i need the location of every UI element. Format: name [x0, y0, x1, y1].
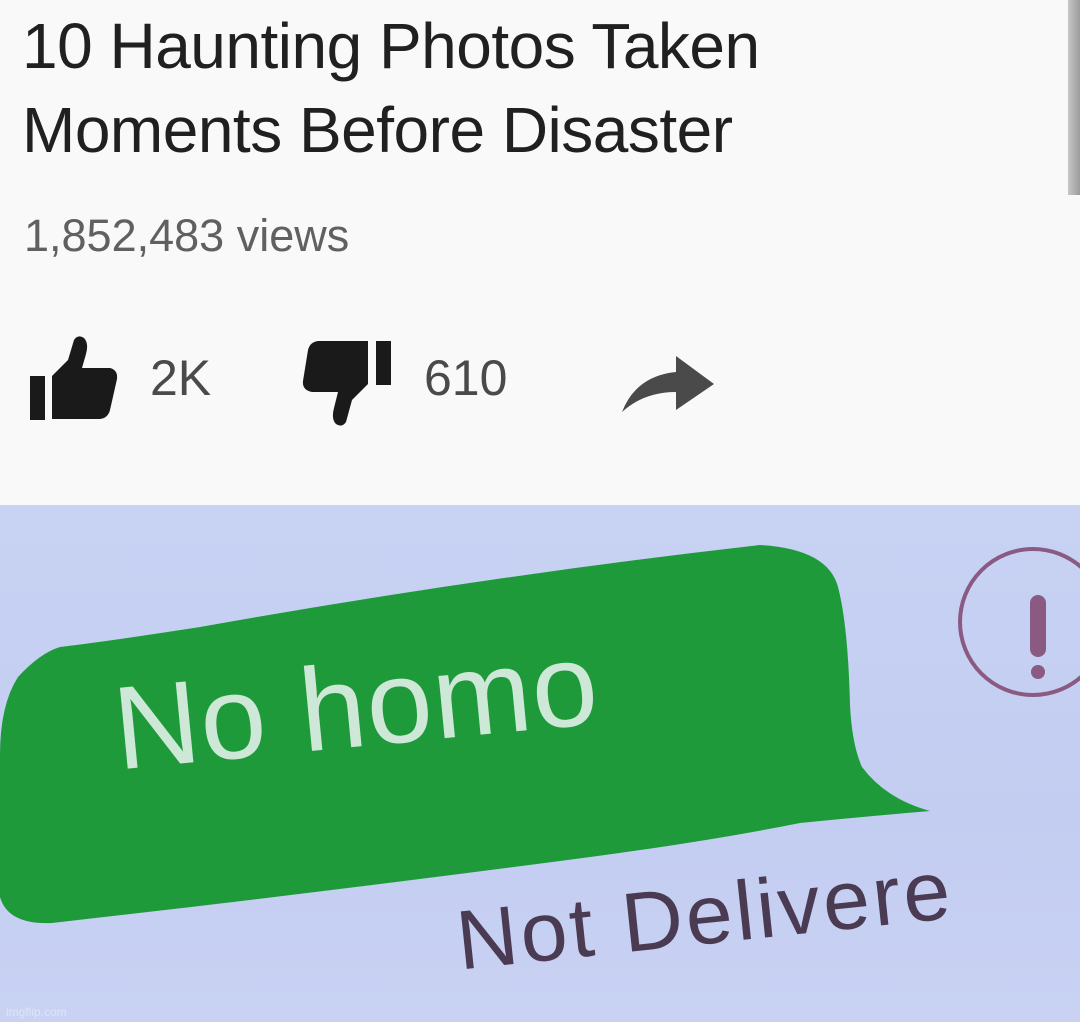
scrollbar[interactable]: [1068, 0, 1080, 195]
thumbs-up-icon: [22, 330, 122, 430]
video-title: 10 Haunting Photos Taken Moments Before …: [22, 10, 760, 166]
dislike-count: 610: [424, 350, 508, 406]
message-thread: No homo Not Delivere imgflip.com: [0, 505, 1080, 1022]
share-arrow-icon: [618, 330, 718, 430]
view-count: 1,852,483 views: [24, 210, 350, 261]
exclamation-dot: [1031, 665, 1045, 679]
video-actions-bar: 2K 610: [22, 330, 922, 430]
exclamation-mark: [1030, 595, 1046, 657]
watermark: imgflip.com: [6, 1005, 67, 1019]
share-button[interactable]: [618, 330, 728, 430]
dislike-button[interactable]: 610: [298, 330, 568, 430]
like-button[interactable]: 2K: [22, 330, 242, 430]
like-count: 2K: [150, 350, 212, 406]
thumbs-down-icon: [298, 330, 408, 430]
video-info-panel: 10 Haunting Photos Taken Moments Before …: [0, 0, 1080, 505]
